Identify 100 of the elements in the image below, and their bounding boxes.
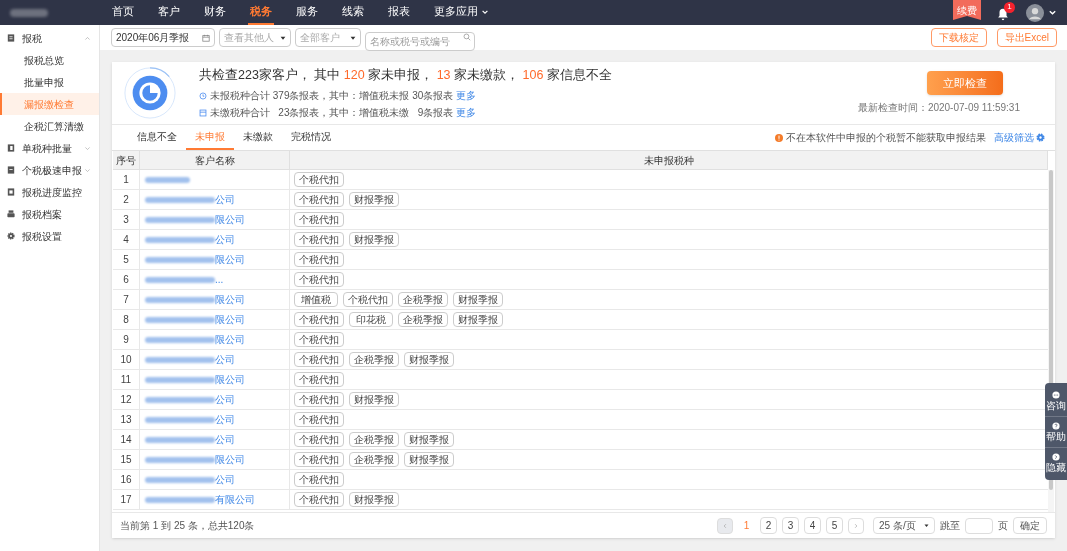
customer-name-link[interactable]: 限公司 xyxy=(215,252,245,267)
tax-tag: 个税代扣 xyxy=(294,192,344,207)
table-cell: 4 xyxy=(113,230,140,249)
customer-name-link[interactable]: 限公司 xyxy=(215,212,245,227)
customer-name-link[interactable]: 公司 xyxy=(215,392,235,407)
sidebar-subitem[interactable]: 企税汇算清缴 xyxy=(0,115,99,137)
customer-name-link[interactable]: 有限公司 xyxy=(215,492,255,507)
customer-name-link[interactable]: 公司 xyxy=(215,232,235,247)
tax-tag: 个税代扣 xyxy=(294,232,344,247)
sidebar-item[interactable]: 单税种批量 xyxy=(0,137,99,159)
date-picker[interactable]: 2020年06月季报 xyxy=(111,28,215,47)
nav-tab[interactable]: 客户 xyxy=(156,0,182,25)
unpaid-summary: 未缴税种合计 23条报表，其中：增值税未缴 9条报表 xyxy=(210,106,454,121)
tax-tag: 企税季报 xyxy=(349,452,399,467)
table-cell: 2 xyxy=(113,190,140,209)
page-button[interactable]: 2 xyxy=(760,517,777,534)
unfiled-summary: 未报税种合计 379条报表，其中：增值税未报 30条报表 xyxy=(210,89,454,104)
customer-name-link[interactable]: 限公司 xyxy=(215,332,245,347)
sidebar-item[interactable]: 报税档案 xyxy=(0,203,99,225)
tax-tag: 个税代扣 xyxy=(294,272,344,287)
tax-tag: 财报季报 xyxy=(404,432,454,447)
tax-tag: 企税季报 xyxy=(398,312,448,327)
more-link[interactable]: 更多 xyxy=(456,88,477,104)
sidebar-item[interactable]: 报税进度监控 xyxy=(0,181,99,203)
tax-tag: 印花税 xyxy=(349,312,393,327)
page-unit-label: 页 xyxy=(998,519,1008,533)
tax-tag: 增值税 xyxy=(294,292,338,307)
nav-tab[interactable]: 财务 xyxy=(202,0,228,25)
tab[interactable]: 未缴款 xyxy=(234,125,282,150)
tax-tag: 个税代扣 xyxy=(294,452,344,467)
tax-tag: 财报季报 xyxy=(349,192,399,207)
float-tool-button[interactable]: 隐藏 xyxy=(1045,447,1067,478)
notice-text: 不在本软件中申报的个税暂不能获取申报结果 xyxy=(786,131,986,145)
tax-tag: 企税季报 xyxy=(398,292,448,307)
table-cell: 9 xyxy=(113,330,140,349)
page-size-select[interactable]: 25 条/页 xyxy=(873,517,935,534)
tab[interactable]: 信息不全 xyxy=(128,125,186,150)
customer-name-link[interactable]: 公司 xyxy=(215,192,235,207)
sidebar-item[interactable]: 报税设置 xyxy=(0,225,99,247)
customer-name-link[interactable]: ... xyxy=(215,272,224,287)
table-cell: 10 xyxy=(113,350,140,369)
tax-tag: 个税代扣 xyxy=(294,172,344,187)
tax-tag: 财报季报 xyxy=(404,452,454,467)
advanced-filter-link[interactable]: 高级筛选 xyxy=(994,130,1034,145)
tax-tag: 财报季报 xyxy=(349,392,399,407)
customer-name-link[interactable]: 公司 xyxy=(215,432,235,447)
customer-name-link[interactable]: 限公司 xyxy=(215,292,245,307)
table-cell: 8 xyxy=(113,310,140,329)
tax-tag: 财报季报 xyxy=(404,352,454,367)
tax-tag: 个税代扣 xyxy=(294,472,344,487)
tax-tag: 财报季报 xyxy=(349,232,399,247)
customer-name-link[interactable]: 公司 xyxy=(215,352,235,367)
tax-tag: 个税代扣 xyxy=(294,492,344,507)
sidebar-subitem[interactable]: 报税总览 xyxy=(0,49,99,71)
table-cell: 5 xyxy=(113,250,140,269)
float-tool-button[interactable]: 帮助 xyxy=(1045,416,1067,447)
summary-headline: 共检查223家客户， 其中 120 家未申报， 13 家未缴款， 106 家信息不全 xyxy=(199,66,613,84)
sidebar-subitem[interactable]: 批量申报 xyxy=(0,71,99,93)
tax-tag: 个税代扣 xyxy=(294,212,344,227)
customer-name-link[interactable]: 限公司 xyxy=(215,312,245,327)
nav-tab[interactable]: 服务 xyxy=(294,0,320,25)
column-header: 序号 xyxy=(113,151,140,169)
customer-name-link[interactable]: 限公司 xyxy=(215,452,245,467)
nav-tab[interactable]: 线索 xyxy=(340,0,366,25)
column-header: 未申报税种 xyxy=(290,151,1048,169)
more-link[interactable]: 更多 xyxy=(456,105,477,121)
confirm-button[interactable]: 确定 xyxy=(1013,517,1047,534)
page-button[interactable]: 4 xyxy=(804,517,821,534)
last-check-time: 最新检查时间：2020-07-09 11:59:31 xyxy=(857,101,1020,115)
tax-tag: 个税代扣 xyxy=(294,432,344,447)
tax-tag: 企税季报 xyxy=(349,352,399,367)
table-cell: 11 xyxy=(113,370,140,389)
tax-tag: 个税代扣 xyxy=(294,252,344,267)
tax-tag: 个税代扣 xyxy=(294,352,344,367)
nav-tab[interactable]: 首页 xyxy=(110,0,136,25)
table-cell: 13 xyxy=(113,410,140,429)
tax-tag: 个税代扣 xyxy=(294,312,344,327)
table-cell: 16 xyxy=(113,470,140,489)
page-button[interactable]: 3 xyxy=(782,517,799,534)
column-header: 客户名称 xyxy=(140,151,290,169)
tax-tag: 财报季报 xyxy=(453,312,503,327)
table-cell: 3 xyxy=(113,210,140,229)
customer-name-link[interactable]: 限公司 xyxy=(215,372,245,387)
sidebar-item[interactable]: 报税 xyxy=(0,27,99,49)
tax-tag: 个税代扣 xyxy=(294,412,344,427)
tax-tag: 个税代扣 xyxy=(294,372,344,387)
float-tool-button[interactable]: 咨询 xyxy=(1045,385,1067,416)
nav-tab[interactable]: 报表 xyxy=(386,0,412,25)
sidebar-item[interactable]: 个税极速申报 xyxy=(0,159,99,181)
customer-name-link[interactable]: 公司 xyxy=(215,412,235,427)
search-field[interactable]: 名称或税号或编号 xyxy=(365,32,475,51)
tab[interactable]: 完税情况 xyxy=(282,125,340,150)
nav-tab[interactable]: 更多应用 xyxy=(432,0,491,25)
table-cell: 1 xyxy=(113,170,140,189)
table-cell: 12 xyxy=(113,390,140,409)
tax-tag: 个税代扣 xyxy=(294,392,344,407)
customer-name-link[interactable]: 公司 xyxy=(215,472,235,487)
tax-tag: 财报季报 xyxy=(349,492,399,507)
page-button[interactable]: 5 xyxy=(826,517,843,534)
goto-label: 跳至 xyxy=(940,519,960,533)
